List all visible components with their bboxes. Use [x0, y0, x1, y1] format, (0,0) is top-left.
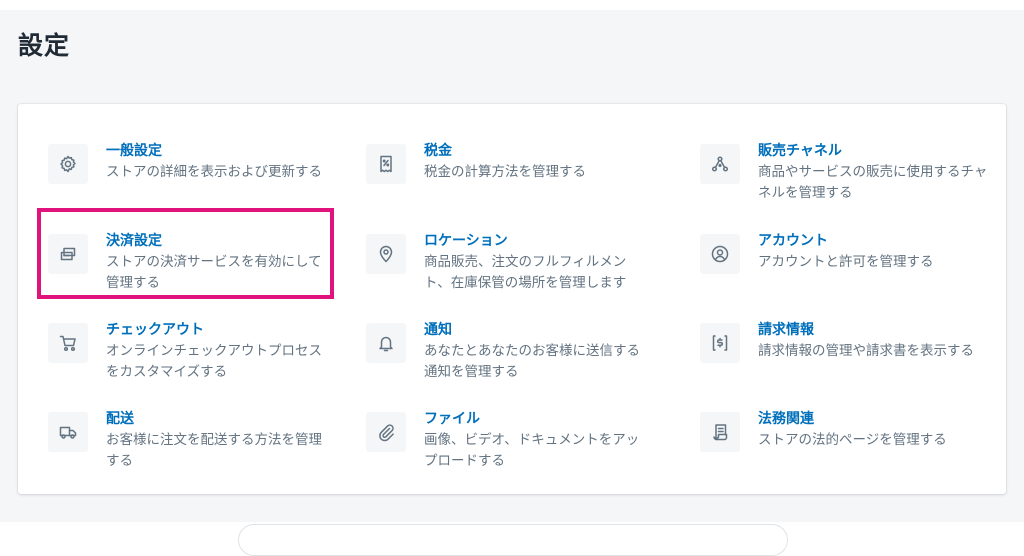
- settings-item-description: ストアの決済サービスを有効にして管理する: [106, 254, 322, 291]
- bottom-banner: [238, 524, 788, 556]
- settings-item-description: お客様に注文を配送する方法を管理する: [106, 432, 322, 469]
- paperclip-icon: [366, 412, 406, 452]
- truck-icon: [48, 412, 88, 452]
- settings-item-title: 法務関連: [758, 411, 814, 427]
- legal-document-icon: [700, 412, 740, 452]
- settings-card: 一般設定 ストアの詳細を表示および更新する 税金 税金の計算方法を管理する 販売…: [18, 104, 1006, 494]
- settings-item-taxes[interactable]: 税金 税金の計算方法を管理する: [354, 134, 654, 214]
- settings-item-title: 通知: [424, 322, 452, 338]
- settings-item-general[interactable]: 一般設定 ストアの詳細を表示および更新する: [36, 134, 336, 214]
- tax-receipt-icon: [366, 144, 406, 184]
- settings-item-description: あなたとあなたのお客様に送信する通知を管理する: [424, 343, 640, 380]
- location-pin-icon: [366, 234, 406, 274]
- settings-item-title: ファイル: [424, 411, 480, 427]
- settings-item-title: ロケーション: [424, 233, 508, 249]
- page-title: 設定: [18, 31, 71, 60]
- settings-item-title: 一般設定: [106, 143, 162, 159]
- settings-item-description: 商品販売、注文のフルフィルメント、在庫保管の場所を管理します: [424, 254, 627, 291]
- settings-item-title: チェックアウト: [106, 322, 204, 338]
- settings-item-sales-channels[interactable]: 販売チャネル 商品やサービスの販売に使用するチャネルを管理する: [688, 134, 988, 214]
- settings-item-locations[interactable]: ロケーション 商品販売、注文のフルフィルメント、在庫保管の場所を管理します: [354, 224, 654, 304]
- settings-item-description: ストアの詳細を表示および更新する: [106, 164, 322, 180]
- settings-item-title: 配送: [106, 411, 134, 427]
- settings-item-title: 販売チャネル: [758, 143, 842, 159]
- settings-page: 設定 一般設定 ストアの詳細を表示および更新する 税金 税金の計算方法を管理する…: [0, 10, 1024, 556]
- settings-item-shipping[interactable]: 配送 お客様に注文を配送する方法を管理する: [36, 402, 336, 482]
- settings-item-title: 決済設定: [106, 233, 162, 249]
- channels-icon: [700, 144, 740, 184]
- settings-item-description: ストアの法的ページを管理する: [758, 432, 947, 448]
- bell-icon: [366, 323, 406, 363]
- settings-item-title: 税金: [424, 143, 452, 159]
- settings-item-description: 請求情報の管理や請求書を表示する: [758, 343, 974, 359]
- settings-item-description: 画像、ビデオ、ドキュメントをアップロードする: [424, 432, 640, 469]
- settings-item-description: 税金の計算方法を管理する: [424, 164, 586, 180]
- settings-item-title: アカウント: [758, 233, 828, 249]
- gear-icon: [48, 144, 88, 184]
- settings-item-checkout[interactable]: チェックアウト オンラインチェックアウトプロセスをカスタマイズする: [36, 313, 336, 393]
- settings-item-description: オンラインチェックアウトプロセスをカスタマイズする: [106, 343, 322, 380]
- settings-item-payments[interactable]: 決済設定 ストアの決済サービスを有効にして管理する: [36, 224, 336, 304]
- settings-item-description: アカウントと許可を管理する: [758, 254, 934, 270]
- account-icon: [700, 234, 740, 274]
- cart-icon: [48, 323, 88, 363]
- settings-item-description: 商品やサービスの販売に使用するチャネルを管理する: [758, 164, 988, 201]
- settings-item-billing[interactable]: 請求情報 請求情報の管理や請求書を表示する: [688, 313, 988, 393]
- billing-icon: [700, 323, 740, 363]
- settings-item-notifications[interactable]: 通知 あなたとあなたのお客様に送信する通知を管理する: [354, 313, 654, 393]
- payment-card-icon: [48, 234, 88, 274]
- settings-item-files[interactable]: ファイル 画像、ビデオ、ドキュメントをアップロードする: [354, 402, 654, 482]
- settings-item-title: 請求情報: [758, 322, 814, 338]
- settings-item-account[interactable]: アカウント アカウントと許可を管理する: [688, 224, 988, 304]
- settings-item-legal[interactable]: 法務関連 ストアの法的ページを管理する: [688, 402, 988, 482]
